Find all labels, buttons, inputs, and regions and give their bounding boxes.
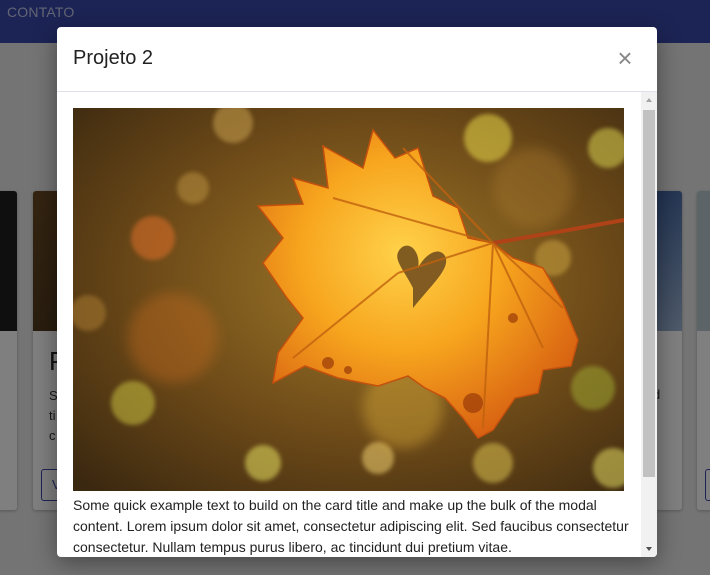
modal-scrollbar[interactable]: [641, 92, 657, 557]
scroll-up-arrow[interactable]: [641, 92, 657, 109]
chevron-up-icon: [646, 98, 652, 102]
modal-body-text: Some quick example text to build on the …: [73, 497, 629, 555]
chevron-down-icon: [646, 547, 652, 551]
close-icon: ×: [617, 43, 633, 73]
project-modal: Projeto 2 × Some quick example text to b…: [57, 27, 657, 557]
modal-header: Projeto 2 ×: [57, 27, 657, 92]
close-button[interactable]: ×: [613, 45, 637, 71]
modal-body: Some quick example text to build on the …: [57, 92, 641, 557]
autumn-leaf-image: [73, 108, 624, 491]
leaf-photo-svg: [73, 108, 624, 491]
scroll-down-arrow[interactable]: [641, 540, 657, 557]
scroll-thumb[interactable]: [643, 110, 655, 477]
modal-title: Projeto 2: [73, 47, 154, 69]
